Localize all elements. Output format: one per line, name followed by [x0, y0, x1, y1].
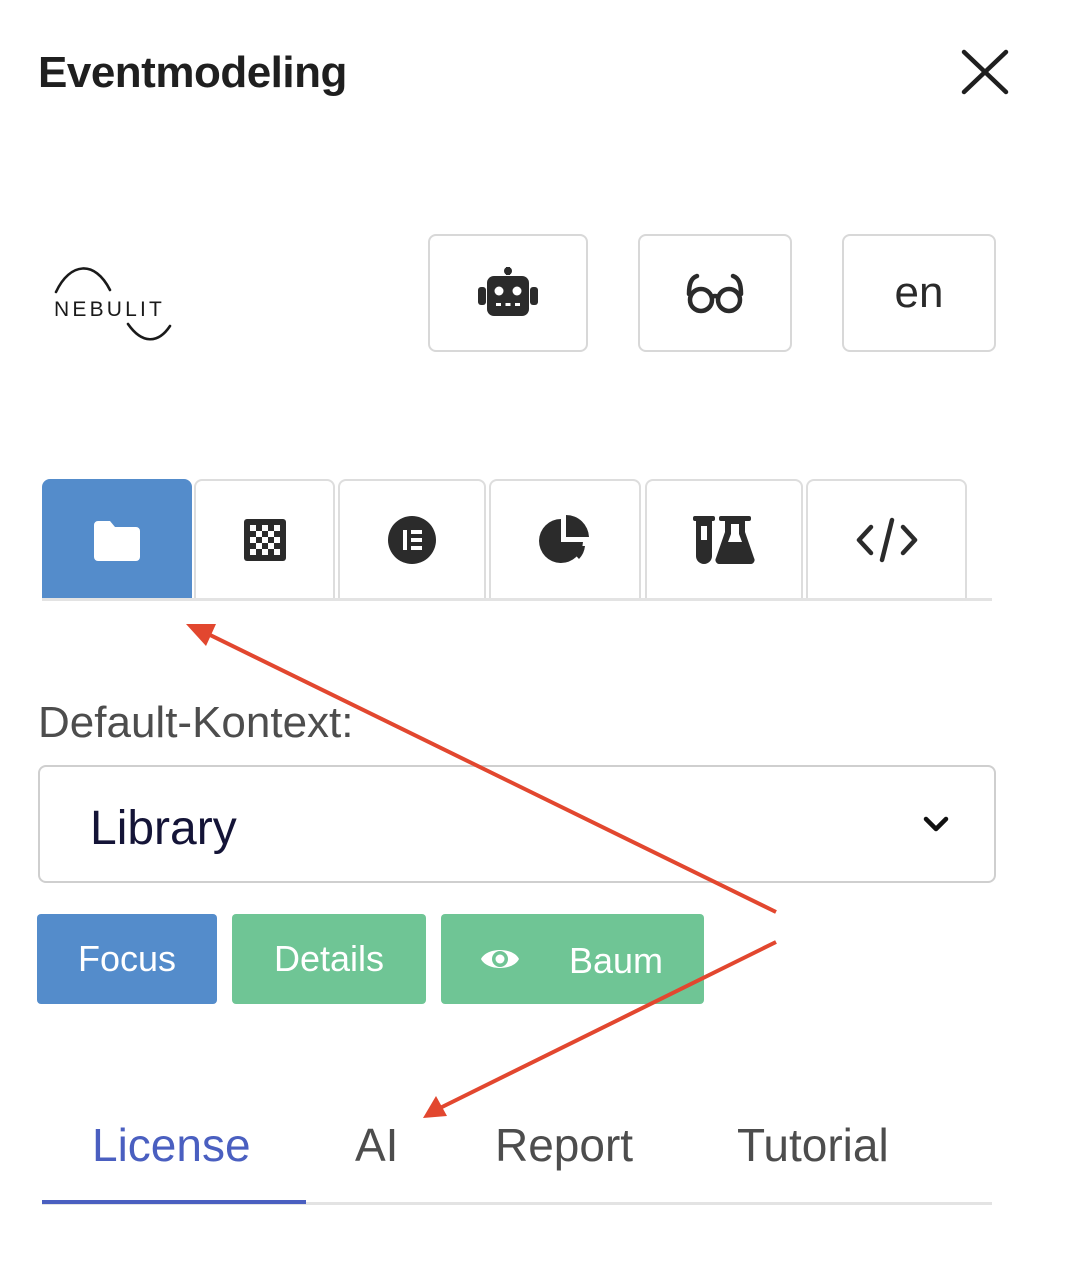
code-icon	[856, 517, 917, 563]
tab-code[interactable]	[806, 479, 967, 599]
view-tabs	[42, 479, 992, 601]
details-button-label: Details	[273, 938, 385, 979]
tab-tutorial[interactable]: Tutorial	[737, 1118, 889, 1172]
reading-mode-button[interactable]	[638, 234, 792, 352]
pie-chart-icon	[539, 515, 589, 563]
flask-icon	[693, 516, 755, 564]
details-button[interactable]: Details	[232, 914, 426, 1004]
elementor-icon	[388, 516, 436, 564]
tab-report[interactable]: Report	[495, 1118, 633, 1172]
tab-tests[interactable]	[645, 479, 803, 599]
folder-icon	[94, 521, 140, 561]
annotation-arrows	[186, 624, 777, 1118]
tabs-divider	[42, 598, 992, 601]
tab-elementor[interactable]	[338, 479, 486, 599]
focus-button-label: Focus	[77, 938, 177, 979]
context-label: Default-Kontext:	[38, 698, 354, 747]
baum-button[interactable]: Baum	[441, 914, 704, 1004]
close-icon	[961, 49, 1009, 95]
eye-icon	[481, 950, 519, 968]
panel-title: Eventmodeling	[38, 48, 347, 97]
checkerboard-icon	[243, 519, 286, 561]
tab-ai[interactable]: AI	[355, 1118, 398, 1172]
context-selected-value: Library	[90, 802, 237, 855]
baum-button-label: Baum	[569, 940, 664, 981]
tab-grid[interactable]	[194, 479, 335, 599]
chevron-down-icon	[923, 816, 949, 832]
language-label: en	[894, 268, 944, 317]
context-select[interactable]: Library	[38, 765, 996, 883]
language-button[interactable]: en	[842, 234, 996, 352]
tab-folder[interactable]	[42, 479, 192, 599]
close-button[interactable]	[958, 48, 1012, 98]
tab-statistics[interactable]	[489, 479, 641, 599]
glasses-icon	[686, 273, 744, 314]
active-tab-indicator	[42, 1200, 306, 1204]
nebulit-logo: NEBULIT	[50, 262, 180, 344]
tab-license[interactable]: License	[92, 1118, 251, 1172]
ai-assistant-button[interactable]	[428, 234, 588, 352]
focus-button[interactable]: Focus	[37, 914, 217, 1004]
arrowhead-folder	[186, 624, 216, 646]
logo-text: NEBULIT	[54, 298, 165, 321]
bottom-tabs: License AI Report Tutorial	[42, 1110, 992, 1206]
robot-icon	[478, 267, 538, 316]
